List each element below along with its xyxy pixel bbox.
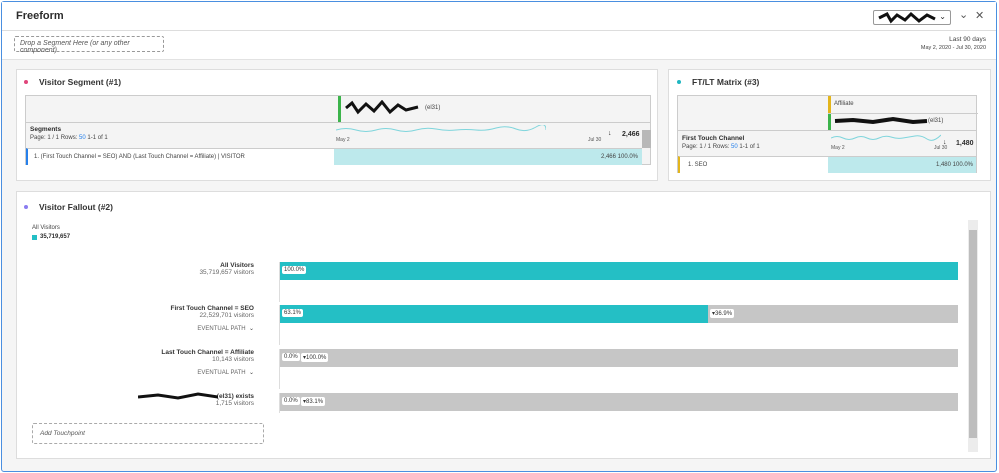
panel-title: FT/LT Matrix (#3): [692, 77, 760, 87]
column-header: (el31): [425, 105, 441, 111]
fallout-step-label: All Visitors 35,719,657 visitors: [199, 262, 254, 276]
panel-title: Visitor Segment (#1): [39, 77, 122, 87]
fallout-bar[interactable]: 0.0% ▾100.0%: [280, 349, 958, 367]
step-visitors: 22,529,701 visitors: [199, 312, 254, 319]
spark-end: Jul 30: [588, 137, 602, 143]
step-visitors: 10,143 visitors: [212, 356, 254, 363]
fallout-step-label: (el31) exists 1,715 visitors: [138, 392, 254, 407]
sort-arrow-icon[interactable]: ↓: [943, 139, 947, 146]
panel-title: Visitor Fallout (#2): [39, 202, 113, 212]
date-range[interactable]: May 2, 2020 - Jul 30, 2020: [921, 45, 986, 51]
page-label: Page: 1 / 1 Rows:: [682, 144, 730, 150]
scrollbar[interactable]: [968, 220, 978, 452]
row-value: 2,466 100.0%: [600, 154, 638, 160]
drop-segment-zone[interactable]: Drop a Segment Here (or any other compon…: [14, 36, 164, 54]
sparkline: [336, 125, 546, 132]
rows-per-page[interactable]: 50: [79, 135, 86, 141]
scrollbar-thumb[interactable]: [969, 230, 977, 438]
redacted-dropdown[interactable]: ⌄: [873, 10, 951, 25]
step-percent: 63.1%: [282, 309, 304, 317]
fallout-step-label: Last Touch Channel = Affiliate 10,143 vis…: [161, 349, 254, 376]
step-name: First Touch Channel = SEO: [170, 305, 255, 312]
add-touchpoint-button[interactable]: Add Touchpoint: [32, 423, 264, 444]
column-header: (el31): [928, 118, 944, 124]
dimension-label: First Touch Channel: [682, 135, 745, 142]
dropoff-percent: ▾100.0%: [301, 353, 329, 362]
panel-dot-icon: [24, 205, 28, 209]
freeform-table: (el31) Segments Page: 1 / 1 Rows: 50 1-1…: [25, 95, 651, 165]
fallout-bar-fill: [280, 305, 708, 323]
fallout-bar[interactable]: 100.0%: [280, 262, 958, 280]
column-total: 2,466: [622, 131, 640, 138]
rows-per-page[interactable]: 50: [731, 144, 738, 150]
spark-start: May 2: [831, 145, 845, 151]
fallout-bar[interactable]: 0.0% ▾83.1%: [280, 393, 958, 411]
table-row[interactable]: 1. SEO 1,480 100.0%: [678, 156, 976, 173]
step-name: Last Touch Channel = Affiliate: [161, 349, 254, 356]
step-percent: 0.0%: [282, 397, 300, 405]
chevron-down-icon: ⌄: [939, 12, 946, 21]
row-label: 1. SEO: [688, 162, 708, 168]
freeform-table: Affiliate (el31) First Touch Channel Pag…: [677, 95, 978, 173]
sort-arrow-icon[interactable]: ↓: [608, 130, 612, 137]
step-visitors: 1,715 visitors: [215, 400, 254, 407]
legend-swatch: [32, 235, 37, 240]
dropoff-percent: ▾36.9%: [710, 309, 735, 318]
panel-title: Freeform: [16, 10, 64, 22]
freeform-window: Freeform ⌄ ⌄ ✕ Drop a Segment Here (or a…: [1, 1, 997, 472]
column-header-affiliate: Affiliate: [834, 101, 854, 107]
page-label: Page: 1 / 1 Rows:: [30, 135, 78, 141]
column-total: 1,480: [956, 140, 974, 147]
dimension-label: Segments: [30, 126, 62, 133]
redacted-scribble-icon: [138, 392, 218, 400]
spark-start: May 2: [336, 137, 350, 143]
dropoff-percent: ▾83.1%: [301, 397, 326, 406]
collapse-chevron-icon[interactable]: ⌄: [959, 8, 968, 21]
eventual-path-dropdown[interactable]: EVENTUAL PATH ⌄: [171, 325, 254, 332]
step-visitors: 35,719,657 visitors: [199, 269, 254, 276]
redacted-scribble-icon: [878, 11, 936, 24]
date-label[interactable]: Last 90 days: [949, 36, 986, 43]
panel-dot-icon: [677, 80, 681, 84]
sparkline: [831, 134, 941, 141]
legend-value: 35,719,657: [40, 234, 71, 240]
table-row[interactable]: 1. (First Touch Channel = SEO) AND (Last…: [26, 148, 642, 165]
fallout-step-label: First Touch Channel = SEO 22,529,701 visi…: [171, 305, 255, 332]
fallout-bar-fill: [280, 262, 958, 280]
row-range: 1-1 of 1: [739, 144, 760, 150]
close-icon[interactable]: ✕: [975, 9, 984, 22]
header: Freeform ⌄ ⌄ ✕: [2, 2, 996, 31]
row-value: 1,480 100.0%: [935, 162, 973, 168]
ft-lt-matrix-panel: FT/LT Matrix (#3) Affiliate (el31) First…: [668, 69, 991, 181]
legend-label: All Visitors: [32, 225, 60, 231]
redacted-scribble-icon: [345, 100, 419, 115]
step-name: (el31) exists: [216, 393, 254, 400]
scrollbar-thumb[interactable]: [642, 130, 651, 148]
segment-bar: Drop a Segment Here (or any other compon…: [2, 31, 996, 60]
fallout-bar[interactable]: 63.1% ▾36.9%: [280, 305, 958, 323]
visitor-segment-panel: Visitor Segment (#1) (el31) Segments Pag…: [16, 69, 658, 181]
panel-dot-icon: [24, 80, 28, 84]
step-name: All Visitors: [220, 262, 254, 269]
step-percent: 0.0%: [282, 353, 300, 361]
row-label: 1. (First Touch Channel = SEO) AND (Last…: [34, 154, 245, 160]
eventual-path-dropdown[interactable]: EVENTUAL PATH ⌄: [161, 369, 254, 376]
step-percent: 100.0%: [282, 266, 307, 274]
visitor-fallout-panel: Visitor Fallout (#2) All Visitors 35,719…: [16, 191, 991, 459]
redacted-scribble-icon: [834, 116, 928, 125]
row-range: 1-1 of 1: [87, 135, 108, 141]
